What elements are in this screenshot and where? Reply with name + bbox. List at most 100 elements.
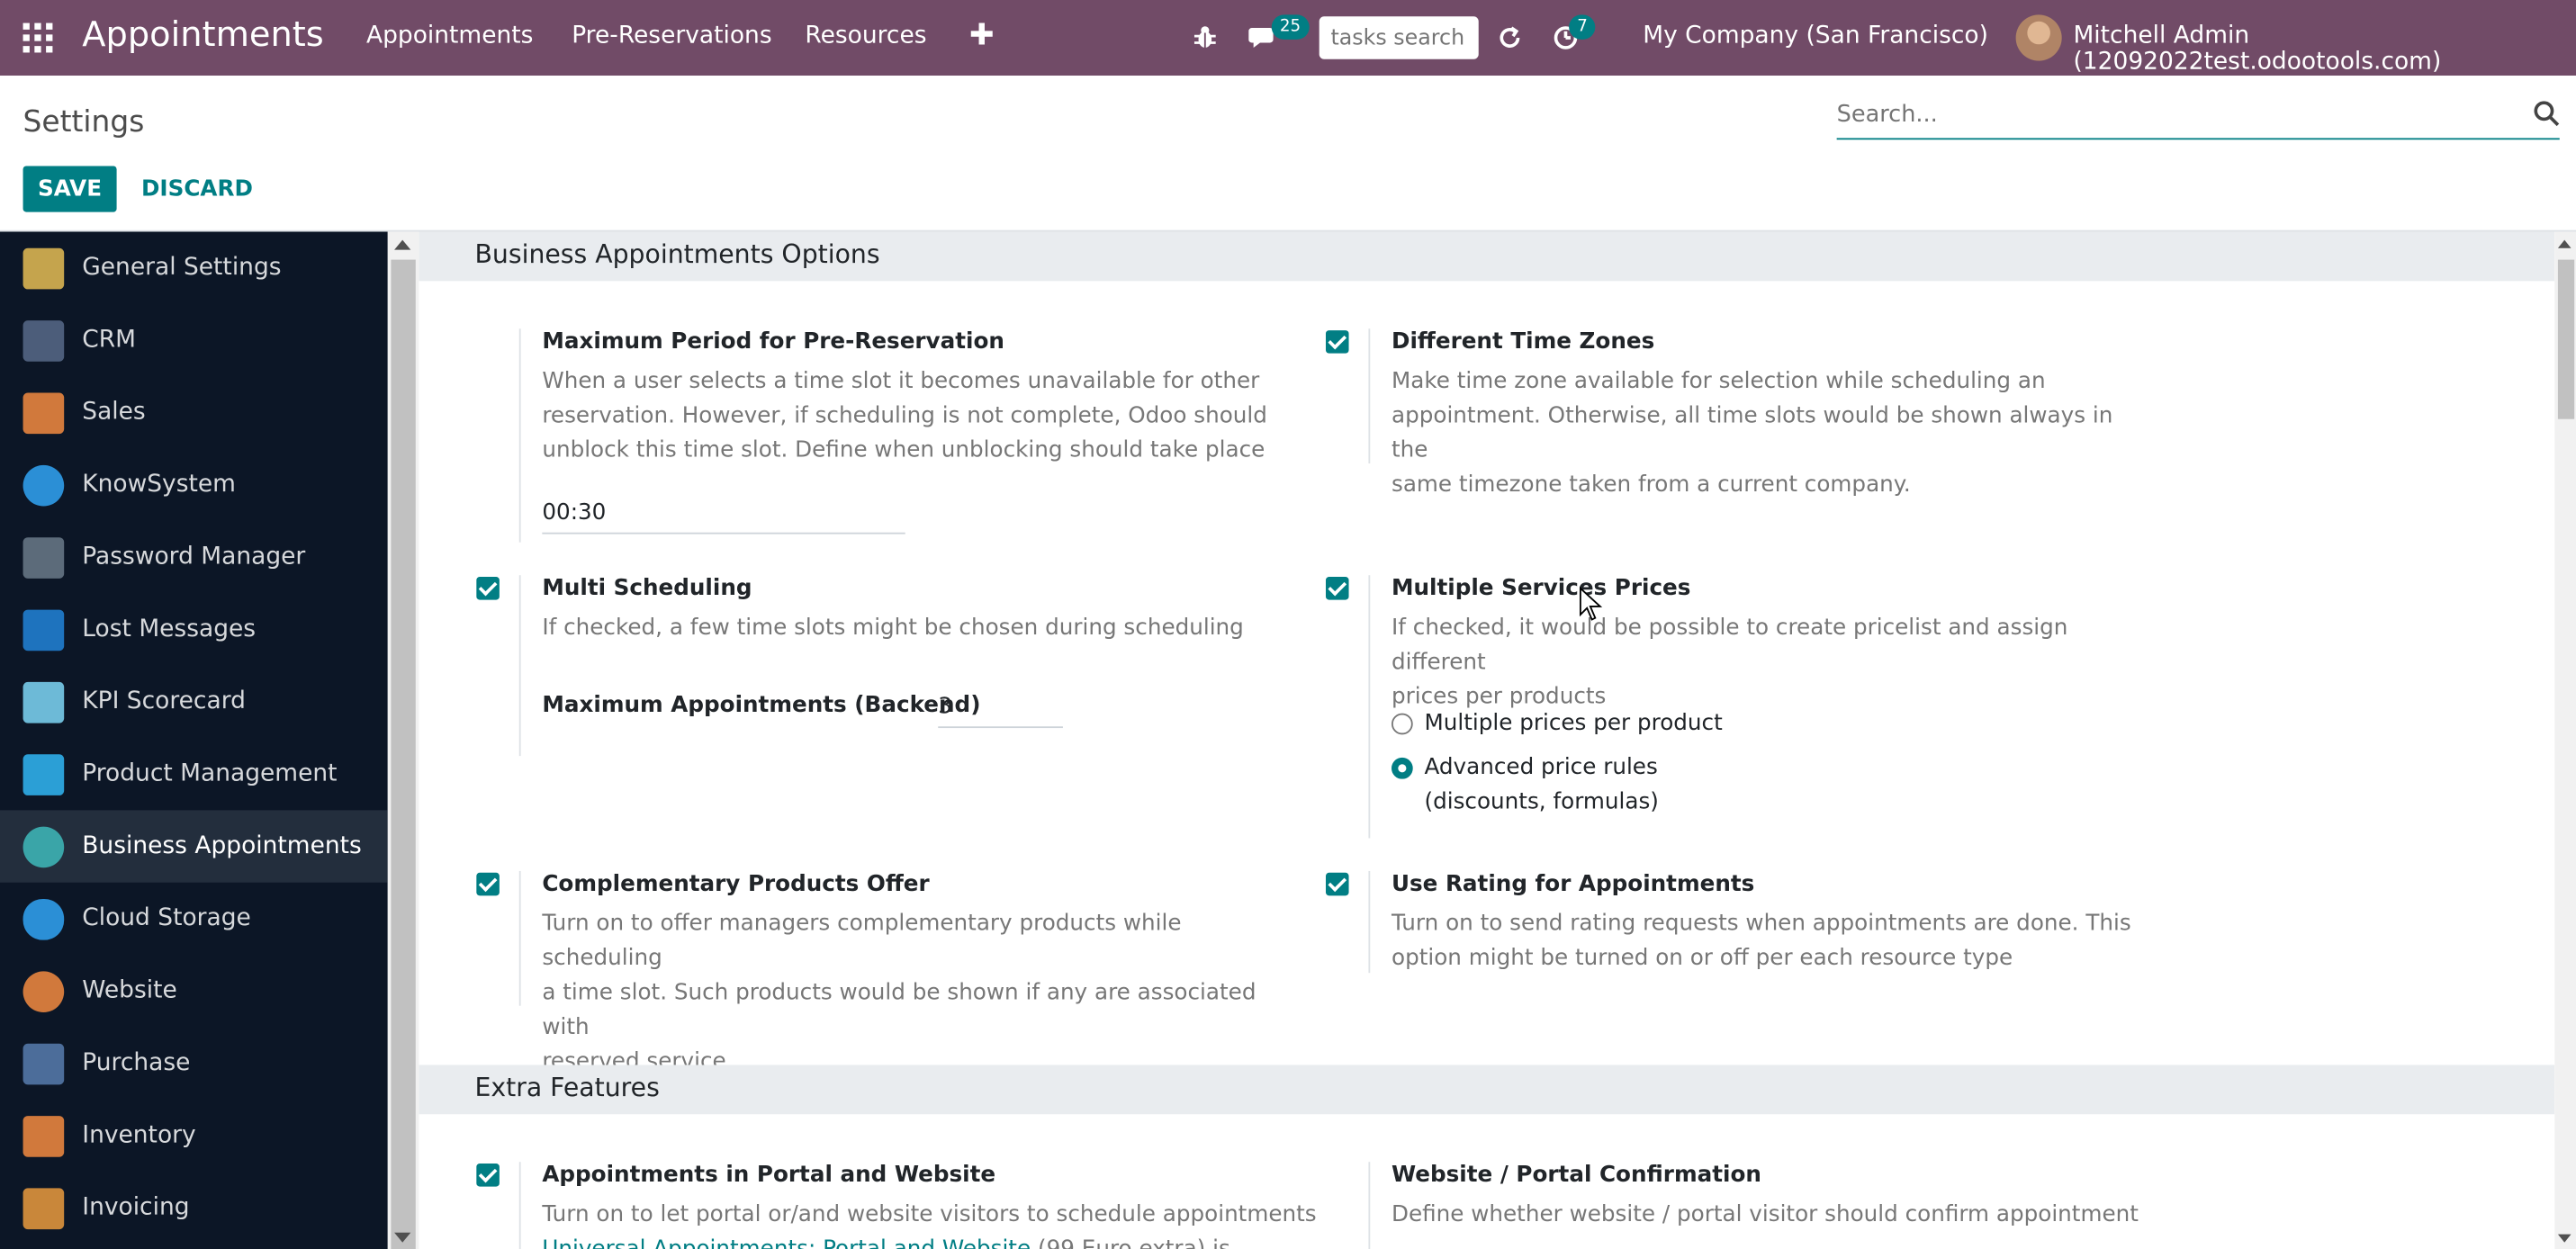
multiple-prices-radio[interactable] <box>1391 713 1413 735</box>
setting-title: Maximum Period for Pre-Reservation <box>542 328 1004 355</box>
setting-title: Different Time Zones <box>1391 328 1655 355</box>
section-title: Business Appointments Options <box>474 239 880 270</box>
setting-max-period: Maximum Period for Pre-Reservation When … <box>518 328 1292 543</box>
sidebar-item-label: General Settings <box>82 255 282 282</box>
setting-title: Website / Portal Confirmation <box>1391 1162 1761 1189</box>
settings-sidebar: General Settings CRM Sales KnowSystem Pa… <box>0 231 388 1249</box>
setting-description: Turn on to offer managers complementary … <box>542 910 1256 1075</box>
user-avatar[interactable] <box>2015 14 2062 61</box>
messages-badge: 25 <box>1271 14 1310 40</box>
setting-description: When a user selects a time slot it becom… <box>542 368 1267 464</box>
section-header-extra: Extra Features <box>419 1065 2555 1115</box>
save-button[interactable]: SAVE <box>23 166 117 212</box>
tasks-search-input[interactable] <box>1319 16 1479 59</box>
rating-checkbox[interactable] <box>1325 872 1349 896</box>
max-appointments-field[interactable]: 3 <box>938 694 1063 729</box>
activities-badge: 7 <box>1569 14 1597 40</box>
sidebar-item-cloud-storage[interactable]: Cloud Storage <box>0 883 388 955</box>
sidebar-item-knowsystem[interactable]: KnowSystem <box>0 449 388 521</box>
setting-rating: Use Rating for Appointments Turn on to s… <box>1368 870 2140 974</box>
sidebar-scrollbar[interactable] <box>387 231 419 1249</box>
main-scrollbar[interactable] <box>2554 231 2576 1249</box>
user-question-icon <box>23 608 65 651</box>
setting-description: Make time zone available for selection w… <box>1391 368 2113 499</box>
sidebar-item-kpi-scorecard[interactable]: KPI Scorecard <box>0 666 388 738</box>
radio-label[interactable]: Advanced price rules (discounts, formula… <box>1424 751 1658 821</box>
brain-icon <box>23 463 65 506</box>
sidebar-item-password-manager[interactable]: Password Manager <box>0 521 388 593</box>
sidebar-item-general-settings[interactable]: General Settings <box>0 232 388 304</box>
discard-button[interactable]: DISCARD <box>131 166 263 211</box>
setting-complementary: Complementary Products Offer Turn on to … <box>518 870 1292 1074</box>
sidebar-item-label: Cloud Storage <box>82 905 251 932</box>
cloud-icon <box>23 898 65 939</box>
sidebar-item-label: Password Manager <box>82 544 306 571</box>
setting-description: Define whether website / portal visitor … <box>1391 1201 2139 1228</box>
sidebar-item-label: Business Appointments <box>82 832 362 860</box>
bug-icon[interactable] <box>1193 24 1217 50</box>
sidebar-item-label: Website <box>82 977 177 1004</box>
setting-multi-scheduling: Multi Scheduling If checked, a few time … <box>518 575 1292 757</box>
app-root: Appointments Appointments Pre-Reservatio… <box>0 0 2576 1249</box>
sidebar-item-label: CRM <box>82 327 136 354</box>
setting-portal-confirmation: Website / Portal Confirmation Define whe… <box>1368 1162 2140 1249</box>
setting-title: Appointments in Portal and Website <box>542 1162 996 1189</box>
page-title: Settings <box>23 104 145 140</box>
sidebar-item-crm[interactable]: CRM <box>0 304 388 376</box>
refresh-icon[interactable] <box>1497 24 1523 50</box>
product-grid-icon <box>23 753 65 795</box>
sidebar-scroll-thumb[interactable] <box>391 259 416 1249</box>
key-icon <box>23 536 65 578</box>
box-icon <box>23 1115 65 1156</box>
sidebar-item-purchase[interactable]: Purchase <box>0 1027 388 1099</box>
apps-menu-icon[interactable] <box>23 22 53 53</box>
settings-search-input[interactable] <box>1836 94 2494 135</box>
radio-label[interactable]: Multiple prices per product <box>1424 706 1722 741</box>
max-period-field[interactable]: 00:30 <box>542 499 905 535</box>
menu-appointments[interactable]: Appointments <box>366 23 533 49</box>
scorecard-icon <box>23 681 65 723</box>
sidebar-item-product-management[interactable]: Product Management <box>0 738 388 810</box>
menu-pre-reservations[interactable]: Pre-Reservations <box>572 23 771 49</box>
multiple-prices-checkbox[interactable] <box>1325 577 1349 600</box>
max-appointments-label: Maximum Appointments (Backend) <box>542 691 981 719</box>
main-scroll-thumb[interactable] <box>2557 259 2575 419</box>
setting-title: Use Rating for Appointments <box>1391 870 1755 898</box>
sidebar-item-label: Sales <box>82 399 146 427</box>
sidebar-item-lost-messages[interactable]: Lost Messages <box>0 593 388 665</box>
clock-icon <box>23 825 65 867</box>
portal-module-link[interactable]: Universal Appointments: Portal and Websi… <box>542 1236 1031 1249</box>
sidebar-item-website[interactable]: Website <box>0 955 388 1027</box>
sidebar-item-sales[interactable]: Sales <box>0 376 388 448</box>
sidebar-item-label: KPI Scorecard <box>82 688 246 715</box>
scroll-down-arrow-icon[interactable] <box>2557 1234 2571 1243</box>
invoice-icon <box>23 1187 65 1229</box>
company-switcher[interactable]: My Company (San Francisco) <box>1643 23 1988 49</box>
sidebar-item-business-appointments[interactable]: Business Appointments <box>0 810 388 883</box>
sidebar-item-invoicing[interactable]: Invoicing <box>0 1172 388 1244</box>
scroll-up-arrow-icon[interactable] <box>2557 239 2571 248</box>
scroll-down-arrow-icon[interactable] <box>394 1232 411 1243</box>
advanced-rules-radio[interactable] <box>1391 757 1413 779</box>
user-menu[interactable]: Mitchell Admin (12092022test.odootools.c… <box>2073 23 2576 76</box>
time-zones-checkbox[interactable] <box>1325 330 1349 354</box>
sidebar-item-label: Lost Messages <box>82 616 257 643</box>
sidebar-item-label: Purchase <box>82 1050 191 1077</box>
scroll-up-arrow-icon[interactable] <box>394 239 411 250</box>
chart-line-icon <box>23 391 65 434</box>
settings-main: Business Appointments Options Maximum Pe… <box>419 231 2555 1249</box>
settings-search <box>1836 94 2560 140</box>
multi-scheduling-checkbox[interactable] <box>476 577 500 600</box>
gear-icon <box>23 247 65 289</box>
plus-icon[interactable]: ✚ <box>969 18 995 52</box>
complementary-checkbox[interactable] <box>476 872 500 896</box>
app-brand[interactable]: Appointments <box>82 14 324 54</box>
sidebar-item-inventory[interactable]: Inventory <box>0 1100 388 1172</box>
credit-card-icon <box>23 1042 65 1084</box>
menu-resources[interactable]: Resources <box>805 23 926 49</box>
portal-checkbox[interactable] <box>476 1164 500 1187</box>
search-icon[interactable] <box>2534 100 2560 127</box>
setting-time-zones: Different Time Zones Make time zone avai… <box>1368 328 2140 498</box>
setting-portal: Appointments in Portal and Website Turn … <box>518 1162 1317 1249</box>
setting-description: Turn on to send rating requests when app… <box>1391 910 2131 972</box>
